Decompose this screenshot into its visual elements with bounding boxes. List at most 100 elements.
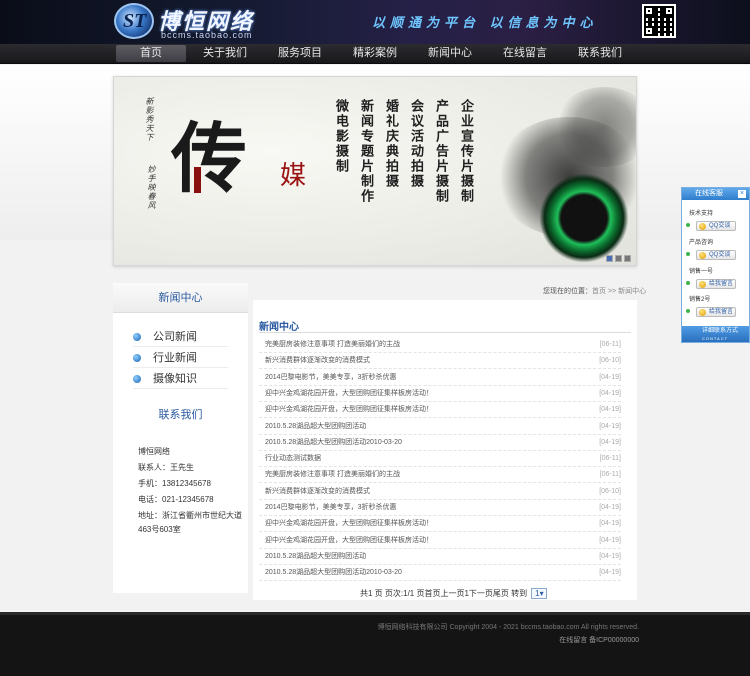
news-title[interactable]: 新兴消费群体逐渐改变的消费模式 [265,484,370,500]
banner-slideshow[interactable]: 新影秀天下 妙手映春风 传 媒 企业宣传片摄制 产品广告片摄制 会议活动拍摄 婚… [113,76,637,266]
news-row[interactable]: 迎中兴金鸡湖花园开盘，大型团购团征集样板房活动！ [04-19] [259,516,621,533]
banner-poem-1: 新影秀天下 [145,97,154,142]
sidebar-item-label: 公司新闻 [153,331,197,343]
slide-dot[interactable] [606,255,613,262]
footer-icp[interactable]: 在线留言 备ICP00000000 [559,635,639,645]
news-title[interactable]: 完美厨房装修注意事项 打造美丽婚们的主战 [265,337,400,353]
news-row[interactable]: 迎中兴金鸡湖花园开盘，大型团购团征集样板房活动！ [04-19] [259,386,621,402]
qq-chat-button[interactable]: QQ交谈 [696,250,736,260]
news-row[interactable]: 2010.5.28湖品超大型团购团活动2010-03-20 [04-19] [259,565,621,582]
news-row[interactable]: 迎中兴金鸡湖花园开盘，大型团购团征集样板房活动！ [04-19] [259,533,621,549]
site-header: ST 博恒网络 bccms.taobao.com 以顺通为平台 以信息为中心 [0,0,750,44]
news-date: [06-11] [599,455,621,463]
news-row[interactable]: 2014巴黎电影节，美美专享，3折秒杀优惠 [04-19] [259,370,621,386]
banner-big-char: 传 [171,114,247,203]
online-service-panel: 在线客服 × 技术支持 QQ交谈 产品咨询 QQ交谈 销售一号 给我留言 销售2… [681,187,750,343]
news-row[interactable]: 新兴消费群体逐渐改变的消费模式 [06-10] [259,484,621,500]
leave-message-button[interactable]: 给我留言 [696,279,736,289]
news-title[interactable]: 完美厨房装修注意事项 打造美丽婚们的主战 [265,467,400,483]
jade-disc [539,173,629,263]
news-title[interactable]: 迎中兴金鸡湖花园开盘，大型团购团征集样板房活动！ [265,533,433,549]
news-row[interactable]: 行业动态测试数据 [06-11] [259,451,621,468]
nav-item-message[interactable]: 在线留言 [490,45,560,62]
news-date: [04-19] [599,373,621,381]
news-date: [04-19] [599,406,621,414]
sidebar-item-label: 行业新闻 [153,352,197,364]
banner-poem-2: 妙手映春风 [147,165,156,210]
nav-item-contact[interactable]: 联系我们 [565,45,635,62]
slide-dot[interactable] [624,255,631,262]
bullet-icon [133,354,141,363]
nav-item-home[interactable]: 首页 [116,45,186,62]
contact-details-en: CONTACT [702,336,729,341]
news-row[interactable]: 2010.5.28湖品超大型团购团活动 [04-19] [259,419,621,435]
news-date: [04-19] [599,504,621,511]
banner-service-5: 新闻专题片制作 [358,99,373,204]
leave-message-button[interactable]: 给我留言 [696,307,736,317]
close-icon[interactable]: × [738,190,746,198]
news-date: [04-19] [599,438,621,446]
bullet-icon [133,333,141,342]
online-status-icon [686,309,690,313]
nav-item-news[interactable]: 新闻中心 [415,45,485,62]
nav-item-services[interactable]: 服务项目 [265,45,335,62]
contact-company: 博恒网络 [138,447,170,456]
nav-item-about[interactable]: 关于我们 [190,45,260,62]
page-select[interactable]: 1▾ [531,588,548,599]
news-row[interactable]: 完美厨房装修注意事项 打造美丽婚们的主战 [06-11] [259,337,621,353]
slide-dot[interactable] [615,255,622,262]
sidebar-item-industry-news[interactable]: 行业新闻 [133,348,228,368]
service-label: 销售一号 [689,269,714,275]
news-date: [04-19] [599,552,621,560]
main-nav: 首页 关于我们 服务项目 精彩案例 新闻中心 在线留言 联系我们 [0,44,750,64]
contact-details-button[interactable]: 详细联系方式 CONTACT [682,326,749,342]
news-row[interactable]: 2010.5.28湖品超大型团购团活动 [04-19] [259,549,621,565]
title-divider [259,332,631,333]
sidebar: 新闻中心 公司新闻 行业新闻 摄像知识 联系我们 博恒网络 联系人：王先生 手机… [113,283,248,593]
news-title[interactable]: 行业动态测试数据 [265,451,321,467]
online-status-icon [686,223,690,227]
news-title[interactable]: 2010.5.28湖品超大型团购团活动2010-03-20 [265,435,402,451]
header-slogan: 以顺通为平台 以信息为中心 [372,16,598,31]
news-row[interactable]: 2010.5.28湖品超大型团购团活动2010-03-20 [04-19] [259,435,621,451]
qq-chat-button[interactable]: QQ交谈 [696,221,736,231]
news-date: [06-10] [599,487,621,495]
service-panel-title: 在线客服 [695,190,723,197]
news-title[interactable]: 2010.5.28湖品超大型团购团活动 [265,549,366,565]
banner-service-1: 企业宣传片摄制 [458,99,473,204]
online-status-icon [686,281,690,285]
news-title[interactable]: 2010.5.28湖品超大型团购团活动2010-03-20 [265,565,402,581]
news-date: [04-19] [599,422,621,430]
sidebar-title: 新闻中心 [113,283,248,313]
breadcrumb-path[interactable]: 首页 >> 新闻中心 [592,288,646,295]
sidebar-item-company-news[interactable]: 公司新闻 [133,327,228,347]
page-title: 新闻中心 [259,322,299,333]
nav-item-cases[interactable]: 精彩案例 [340,45,410,62]
banner-service-4: 婚礼庆典拍摄 [383,99,398,189]
news-row[interactable]: 2014巴黎电影节，美美专享，3折秒杀优惠 [04-19] [259,500,621,516]
contact-mobile: 手机：13812345678 [138,479,211,488]
news-date: [06-11] [599,471,621,479]
site-footer: 博恒网络科技有限公司 Copyright 2004 - 2021 bccms.t… [0,612,750,676]
news-row[interactable]: 迎中兴金鸡湖花园开盘，大型团购团征集样板房活动！ [04-19] [259,402,621,419]
news-row[interactable]: 新兴消费群体逐渐改变的消费模式 [06-10] [259,353,621,370]
banner-service-2: 产品广告片摄制 [433,99,448,204]
news-row[interactable]: 完美厨房装修注意事项 打造美丽婚们的主战 [06-11] [259,467,621,484]
news-title[interactable]: 2014巴黎电影节，美美专享，3折秒杀优惠 [265,500,396,516]
news-date: [04-19] [599,536,621,544]
breadcrumb-prefix: 您现在的位置： [543,288,592,295]
news-title[interactable]: 迎中兴金鸡湖花园开盘，大型团购团征集样板房活动！ [265,516,433,532]
news-title[interactable]: 2014巴黎电影节，美美专享，3折秒杀优惠 [265,370,396,386]
news-title[interactable]: 迎中兴金鸡湖花园开盘，大型团购团征集样板房活动！ [265,386,433,402]
news-title[interactable]: 迎中兴金鸡湖花园开盘，大型团购团征集样板房活动！ [265,402,433,418]
news-title[interactable]: 新兴消费群体逐渐改变的消费模式 [265,353,370,369]
news-title[interactable]: 2010.5.28湖品超大型团购团活动 [265,419,366,435]
bullet-icon [133,375,141,384]
slide-indicators [604,253,631,265]
sidebar-item-camera-tips[interactable]: 摄像知识 [133,369,228,389]
banner-red-stroke [194,167,201,193]
service-label: 产品咨询 [689,240,714,246]
service-label: 销售2号 [689,297,711,303]
logo[interactable]: ST 博恒网络 bccms.taobao.com [114,3,264,41]
footer-copyright: 博恒网络科技有限公司 Copyright 2004 - 2021 bccms.t… [377,624,639,631]
